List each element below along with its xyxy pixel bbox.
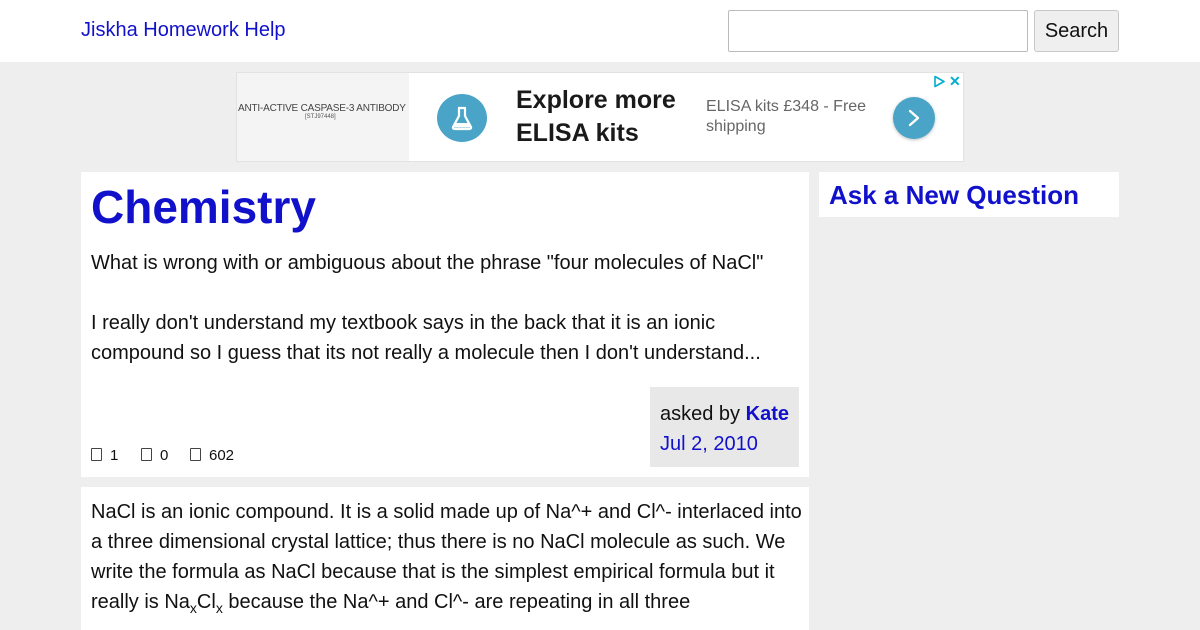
thumbs-up-stat[interactable]: 1 [91, 447, 118, 464]
thumbs-down-count: 0 [160, 447, 169, 464]
site-brand-link[interactable]: Jiskha Homework Help [81, 19, 286, 42]
question-card: Chemistry What is wrong with or ambiguou… [81, 172, 809, 477]
thumbs-down-icon [141, 448, 152, 461]
question-paragraph: What is wrong with or ambiguous about th… [91, 252, 764, 274]
views-icon [190, 448, 201, 461]
thumbs-up-icon [91, 448, 102, 461]
top-bar: Jiskha Homework Help Search [0, 0, 1200, 62]
asked-by-label: asked by [660, 403, 741, 425]
answer-text: because the Na^+ and Cl^- are repeating … [222, 591, 691, 613]
question-paragraph: I really don't understand my textbook sa… [91, 312, 761, 364]
views-count: 602 [209, 447, 235, 464]
asked-by-box: asked by Kate Jul 2, 2010 [650, 387, 799, 467]
ad-description: ELISA kits £348 - Free shipping [706, 98, 867, 135]
answer-card: NaCl is an ionic compound. It is a solid… [81, 487, 809, 630]
flask-icon [437, 94, 487, 142]
thumbs-up-count: 1 [110, 447, 119, 464]
subscript: x [189, 600, 197, 616]
chevron-right-icon[interactable] [893, 97, 935, 139]
ask-new-question-link[interactable]: Ask a New Question [829, 180, 1079, 211]
ad-thumb-text: ANTI-ACTIVE CASPASE-3 ANTIBODY [238, 103, 406, 114]
asker-link[interactable]: Kate [746, 403, 789, 425]
question-body: What is wrong with or ambiguous about th… [91, 248, 801, 368]
asked-date-link[interactable]: Jul 2, 2010 [660, 429, 789, 459]
ad-headline[interactable]: Explore more ELISA kits [516, 84, 686, 150]
search-button[interactable]: Search [1034, 10, 1119, 52]
adchoices-icon[interactable] [933, 75, 946, 93]
ad-banner[interactable]: ANTI-ACTIVE CASPASE-3 ANTIBODY [STJ97448… [236, 72, 964, 162]
ad-thumb-subtext: [STJ97448] [305, 114, 336, 120]
search-input[interactable] [728, 10, 1028, 52]
thumbs-down-stat[interactable]: 0 [141, 447, 168, 464]
answer-body: NaCl is an ionic compound. It is a solid… [91, 497, 803, 617]
sidebar-card: Ask a New Question [819, 172, 1119, 217]
page-title: Chemistry [91, 181, 316, 233]
close-icon[interactable]: ✕ [949, 73, 961, 90]
ad-product-image: ANTI-ACTIVE CASPASE-3 ANTIBODY [STJ97448… [237, 73, 409, 161]
subscript: x [215, 600, 223, 616]
answer-text: Cl [196, 591, 216, 613]
views-stat: 602 [190, 447, 234, 464]
